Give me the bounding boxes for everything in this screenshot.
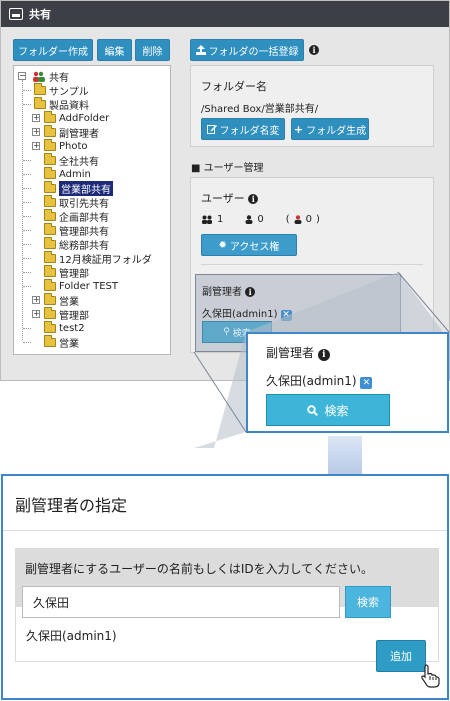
zoom-sub-admin-label: 副管理者 i [266,344,330,361]
info-icon[interactable]: i [317,349,330,361]
result-user: 久保田(admin1) [26,629,117,643]
search-icon [307,404,319,416]
zoom-search-label: 検索 [324,403,349,418]
zoom-sub-admin-user: 久保田(admin1) ✕ [266,372,373,389]
dialog-divider [3,530,447,531]
user-search-input[interactable]: 久保田 [22,586,340,618]
zoom-callout: 副管理者 i 久保田(admin1) ✕ 検索 [246,332,449,433]
zoom-search-button[interactable]: 検索 [266,394,390,426]
dialog-search-button[interactable]: 検索 [345,586,391,618]
dialog-title: 副管理者の指定 [15,496,128,515]
zoom-sub-admin-label-text: 副管理者 [266,346,315,360]
zoom-sub-admin-user-text: 久保田(admin1) [266,374,357,388]
dialog-instruction: 副管理者にするユーザーの名前もしくはIDを入力してください。 [25,562,373,576]
close-icon[interactable]: ✕ [360,377,373,389]
add-button[interactable]: 追加 [376,640,426,672]
pointer-cursor-icon [421,664,440,688]
